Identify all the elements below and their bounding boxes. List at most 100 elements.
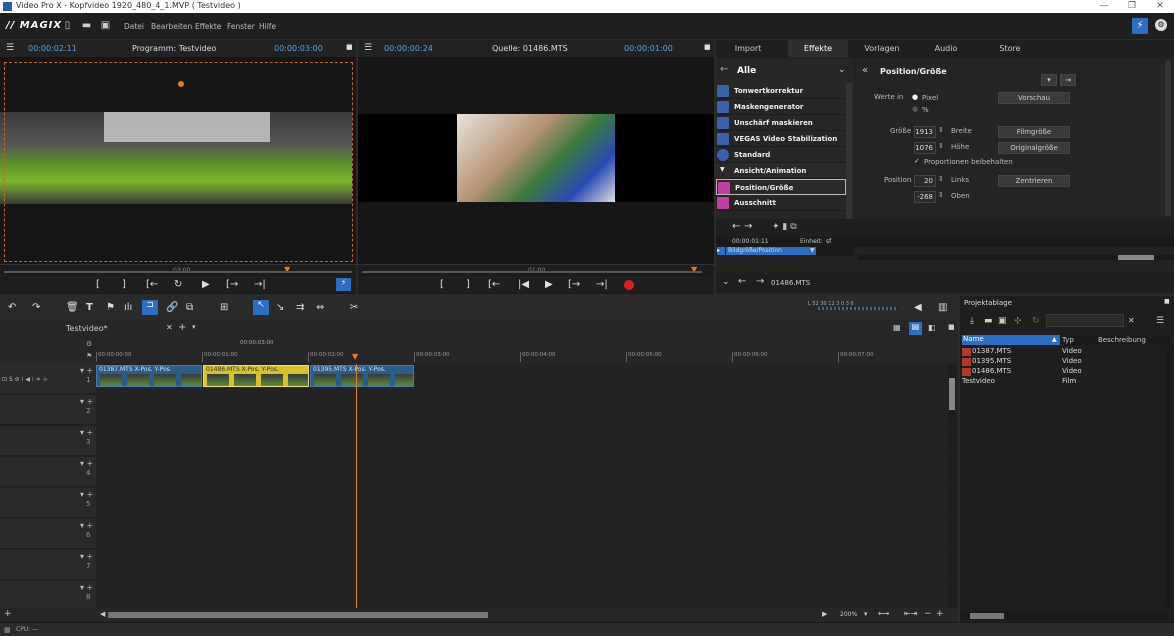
nav-item[interactable]: 01486.MTS xyxy=(771,279,810,287)
scroll-thumb[interactable] xyxy=(949,378,955,410)
dropdown-icon[interactable]: ▾ xyxy=(1041,74,1057,86)
maximize-button[interactable]: ❐ xyxy=(1120,0,1144,13)
zoom-out-icon[interactable]: − xyxy=(924,609,932,619)
col-name[interactable]: Name xyxy=(962,335,1060,345)
menu-icon[interactable]: ☰ xyxy=(6,43,14,53)
project-scrollbar[interactable] xyxy=(962,612,1170,620)
insert-icon[interactable]: ⊞ xyxy=(220,302,228,313)
track-header[interactable]: ▾ +2 xyxy=(0,395,96,425)
menu-fenster[interactable]: Fenster xyxy=(227,22,255,31)
unlink-icon[interactable]: ⧉ xyxy=(186,302,193,313)
close-button[interactable]: ✕ xyxy=(1148,0,1172,13)
next-button[interactable]: →| xyxy=(596,279,608,290)
tab-dropdown-icon[interactable]: ▾ xyxy=(192,323,196,331)
track-header[interactable]: ▾ +6 xyxy=(0,519,96,549)
menu-effekte[interactable]: Effekte xyxy=(195,22,221,31)
record-icon[interactable] xyxy=(624,280,634,290)
horizontal-scroll-thumb[interactable] xyxy=(108,612,488,618)
col-beschreibung[interactable]: Beschreibung xyxy=(1098,336,1146,344)
import-icon[interactable]: ⤓ xyxy=(970,316,974,326)
track-expand-icon[interactable]: ▾ + xyxy=(80,552,93,561)
track-expand-icon[interactable]: ▾ + xyxy=(80,428,93,437)
track-dropdown-icon[interactable]: ▼ xyxy=(810,247,815,254)
effect-unschaerf[interactable]: Unschärf maskieren xyxy=(716,115,846,131)
delete-icon[interactable]: 🗑 xyxy=(66,302,79,313)
wand-icon[interactable]: ⚡ xyxy=(1132,18,1148,34)
checkbox-proportionen[interactable]: ✓ xyxy=(914,157,920,165)
mark-in-button[interactable]: [ xyxy=(96,279,100,290)
next-keyframe-icon[interactable]: → xyxy=(744,221,752,232)
track-row[interactable] xyxy=(96,457,948,487)
hoehe-input[interactable]: 1076 xyxy=(914,142,936,154)
stretch-tool-icon[interactable]: ⇔ xyxy=(316,302,324,313)
source-video[interactable] xyxy=(358,57,714,264)
program-ruler[interactable]: 03:00 ▼ xyxy=(0,264,356,276)
nav-back-icon[interactable]: ← xyxy=(738,276,746,287)
timeline-ruler[interactable]: 00:00:00:00 00:00:01:00 00:00:02:00 00:00:0… xyxy=(96,352,948,364)
source-scrub[interactable] xyxy=(362,271,702,273)
maximize-icon[interactable]: ■ xyxy=(948,323,955,331)
select-tool-icon[interactable]: ↖ xyxy=(253,300,269,315)
nav-forward-icon[interactable]: → xyxy=(756,276,764,287)
spin-icon[interactable]: ⇕ xyxy=(938,175,944,183)
add-tab-icon[interactable]: + xyxy=(178,322,186,333)
add-item-icon[interactable]: ⊹ xyxy=(1014,316,1022,326)
menu-bearbeiten[interactable]: Bearbeiten xyxy=(151,22,192,31)
mark-in-button[interactable]: [ xyxy=(440,279,444,290)
keyframe-track-label[interactable]: Bildgröße/Position xyxy=(726,247,816,255)
stretch-icon[interactable]: ⇥ xyxy=(1060,74,1076,86)
track-expand-icon[interactable]: ▾ + xyxy=(80,490,93,499)
scroll-right-icon[interactable]: ▶ xyxy=(822,610,827,618)
tab-import[interactable]: Import xyxy=(718,40,778,57)
tab-effekte[interactable]: Effekte xyxy=(788,40,848,57)
add-track-icon[interactable]: + xyxy=(4,609,12,619)
flash-icon[interactable]: ⚡ xyxy=(336,278,351,291)
track-row[interactable] xyxy=(96,395,948,425)
playhead-line[interactable] xyxy=(356,364,357,608)
volume-icon[interactable]: ◀ xyxy=(914,302,922,313)
program-video[interactable] xyxy=(0,57,356,264)
spin-icon[interactable]: ⇕ xyxy=(938,142,944,150)
timeline-clip[interactable]: 01486.MTS X-Pos. Y-Pos. xyxy=(203,365,309,387)
timeline-clip[interactable]: 01387.MTS X-Pos. Y-Pos. xyxy=(96,365,202,387)
settings-icon[interactable]: ⚙ xyxy=(1155,19,1167,31)
close-tab-icon[interactable]: ✕ xyxy=(166,323,173,332)
new-file-icon[interactable]: ▯ xyxy=(62,20,73,31)
zoom-dropdown-icon[interactable]: ▾ xyxy=(864,610,868,618)
track-expand-icon[interactable]: ▾ + xyxy=(80,521,93,530)
anchor-handle[interactable] xyxy=(178,81,184,87)
track-header[interactable]: ▾ +4 xyxy=(0,457,96,487)
undo-icon[interactable]: ↶ xyxy=(8,302,16,313)
scroll-thumb[interactable] xyxy=(1118,255,1154,260)
play-button[interactable]: ▶ xyxy=(202,279,210,290)
project-search-input[interactable] xyxy=(1046,314,1124,327)
position-frame[interactable] xyxy=(4,62,353,262)
chevron-down-icon[interactable]: ⌄ xyxy=(838,65,846,75)
effect-stabilization[interactable]: VEGAS Video Stabilization xyxy=(716,131,846,147)
project-v-scrollbar[interactable] xyxy=(1166,350,1172,606)
go-to-out-button[interactable]: [→ xyxy=(568,279,580,290)
list-view-icon[interactable]: ☰ xyxy=(1156,316,1164,326)
ripple-tool-icon[interactable]: ⇉ xyxy=(296,302,304,313)
category-ansicht[interactable]: ▼ Ansicht/Animation xyxy=(716,163,846,179)
zoom-range-icon[interactable]: ⇤⇥ xyxy=(904,609,917,618)
scroll-thumb[interactable] xyxy=(970,613,1004,619)
track-row[interactable] xyxy=(96,581,948,608)
track-controls-icon[interactable]: ⊡ S ⊘ ⁞ ◀ ⁞ ≑ ⊹ xyxy=(2,376,48,383)
breite-input[interactable]: 1913 xyxy=(914,126,936,138)
effect-ausschnitt[interactable]: Ausschnitt xyxy=(716,195,846,211)
scene-icon[interactable]: ◧ xyxy=(928,323,936,332)
tab-audio[interactable]: Audio xyxy=(916,40,976,57)
originalgroesse-button[interactable]: Originalgröße xyxy=(998,142,1070,154)
track-expand-icon[interactable]: ▾ + xyxy=(80,459,93,468)
refresh-icon[interactable]: ↻ xyxy=(1032,316,1040,326)
program-timecode-current[interactable]: 00:00:02:11 xyxy=(28,44,77,53)
oben-input[interactable]: -268 xyxy=(914,191,936,203)
properties-scrollbar[interactable] xyxy=(1165,60,1171,216)
effect-standard[interactable]: Standard xyxy=(716,147,846,163)
redo-icon[interactable]: ↷ xyxy=(32,302,40,313)
prev-frame-button[interactable]: |◀ xyxy=(518,279,529,290)
links-input[interactable]: 20 xyxy=(914,175,936,187)
project-row[interactable]: Testvideo Film xyxy=(962,377,1172,387)
maximize-icon[interactable]: ■ xyxy=(346,43,353,51)
